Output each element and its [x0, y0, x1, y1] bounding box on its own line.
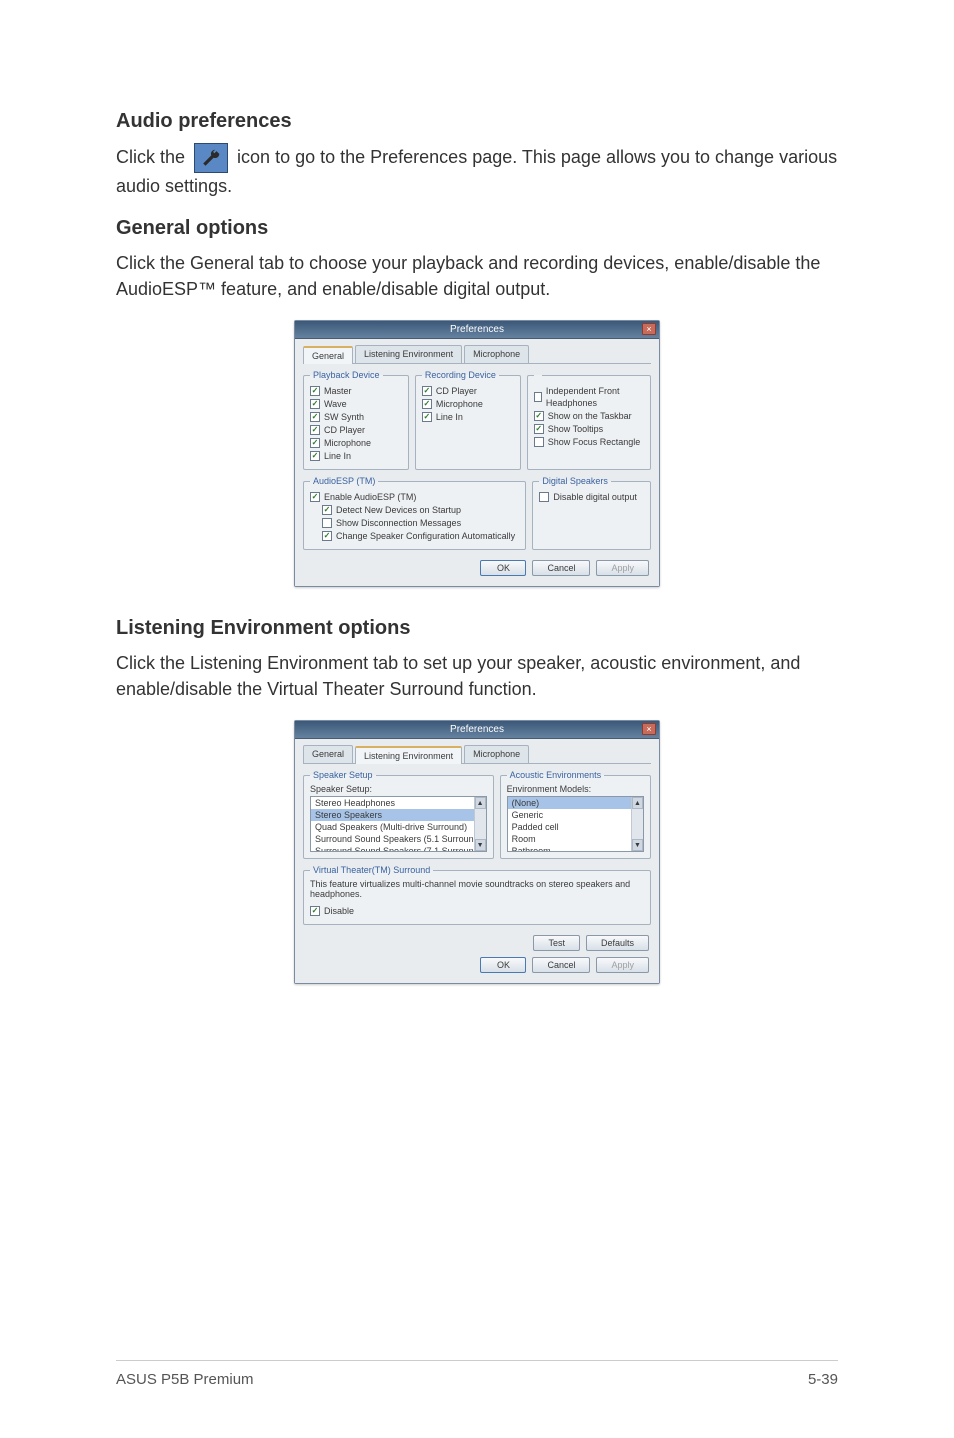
misc-taskbar[interactable]: Show on the Taskbar — [534, 410, 644, 422]
chevron-up-icon[interactable]: ▲ — [475, 797, 486, 809]
cancel-button[interactable]: Cancel — [532, 560, 590, 576]
defaults-button[interactable]: Defaults — [586, 935, 649, 951]
vts-legend: Virtual Theater(TM) Surround — [310, 865, 433, 875]
footer-right: 5-39 — [808, 1371, 838, 1388]
dialog-title: Preferences × — [295, 721, 659, 739]
tab-microphone[interactable]: Microphone — [464, 745, 529, 763]
footer-left: ASUS P5B Premium — [116, 1371, 254, 1388]
list-item[interactable]: Room — [508, 833, 643, 845]
body-text-a: Click the — [116, 147, 190, 167]
preferences-dialog-general: Preferences × General Listening Environm… — [294, 320, 660, 587]
tab-general[interactable]: General — [303, 346, 353, 364]
listening-environment-heading: Listening Environment options — [116, 617, 838, 640]
tab-general[interactable]: General — [303, 745, 353, 763]
digital-legend: Digital Speakers — [539, 476, 611, 486]
tabs-row: General Listening Environment Microphone — [303, 745, 651, 764]
acoustic-legend: Acoustic Environments — [507, 770, 605, 780]
chevron-down-icon[interactable]: ▼ — [475, 839, 486, 851]
ok-button[interactable]: OK — [480, 957, 526, 973]
acoustic-label: Environment Models: — [507, 784, 644, 794]
audioesp-autoconfig[interactable]: Change Speaker Configuration Automatical… — [310, 530, 519, 542]
misc-legend — [534, 370, 543, 380]
general-options-body: Click the General tab to choose your pla… — [116, 250, 838, 302]
digital-disable[interactable]: Disable digital output — [539, 491, 644, 503]
speaker-label: Speaker Setup: — [310, 784, 487, 794]
preferences-wrench-icon — [194, 143, 228, 173]
vts-description: This feature virtualizes multi-channel m… — [310, 879, 644, 899]
list-item[interactable]: (None) — [508, 797, 643, 809]
tab-listening[interactable]: Listening Environment — [355, 746, 462, 764]
close-icon[interactable]: × — [642, 723, 656, 735]
close-icon[interactable]: × — [642, 323, 656, 335]
tab-listening[interactable]: Listening Environment — [355, 345, 462, 363]
general-options-heading: General options — [116, 217, 838, 240]
preferences-dialog-listening: Preferences × General Listening Environm… — [294, 720, 660, 984]
audioesp-legend: AudioESP (TM) — [310, 476, 378, 486]
recording-linein[interactable]: Line In — [422, 411, 514, 423]
vts-disable[interactable]: Disable — [310, 905, 644, 917]
recording-cdplayer[interactable]: CD Player — [422, 385, 514, 397]
apply-button[interactable]: Apply — [596, 560, 649, 576]
list-item[interactable]: Padded cell — [508, 821, 643, 833]
dialog-title-text: Preferences — [450, 724, 504, 735]
playback-microphone[interactable]: Microphone — [310, 437, 402, 449]
list-item[interactable]: Quad Speakers (Multi-drive Surround) — [311, 821, 486, 833]
misc-tooltips[interactable]: Show Tooltips — [534, 423, 644, 435]
scrollbar[interactable]: ▲ ▼ — [631, 797, 643, 851]
playback-master[interactable]: Master — [310, 385, 402, 397]
list-item[interactable]: Stereo Speakers — [311, 809, 486, 821]
dialog-title-text: Preferences — [450, 324, 504, 335]
apply-button[interactable]: Apply — [596, 957, 649, 973]
list-item[interactable]: Surround Sound Speakers (5.1 Surround) — [311, 833, 486, 845]
audioesp-enable[interactable]: Enable AudioESP (TM) — [310, 491, 519, 503]
page-footer: ASUS P5B Premium 5-39 — [116, 1360, 838, 1388]
misc-independent-headphones[interactable]: Independent Front Headphones — [534, 385, 644, 409]
playback-cdplayer[interactable]: CD Player — [310, 424, 402, 436]
list-item[interactable]: Stereo Headphones — [311, 797, 486, 809]
audioesp-disconnection[interactable]: Show Disconnection Messages — [310, 517, 519, 529]
cancel-button[interactable]: Cancel — [532, 957, 590, 973]
tab-microphone[interactable]: Microphone — [464, 345, 529, 363]
speaker-legend: Speaker Setup — [310, 770, 376, 780]
ok-button[interactable]: OK — [480, 560, 526, 576]
audio-preferences-body: Click the icon to go to the Preferences … — [116, 143, 838, 199]
list-item[interactable]: Bathroom — [508, 845, 643, 852]
list-item[interactable]: Surround Sound Speakers (7.1 Surround) — [311, 845, 486, 852]
misc-focus-rect[interactable]: Show Focus Rectangle — [534, 436, 644, 448]
audioesp-detect[interactable]: Detect New Devices on Startup — [310, 504, 519, 516]
list-item[interactable]: Generic — [508, 809, 643, 821]
playback-legend: Playback Device — [310, 370, 383, 380]
listening-environment-body: Click the Listening Environment tab to s… — [116, 650, 838, 702]
dialog-title: Preferences × — [295, 321, 659, 339]
recording-legend: Recording Device — [422, 370, 499, 380]
tabs-row: General Listening Environment Microphone — [303, 345, 651, 364]
chevron-up-icon[interactable]: ▲ — [632, 797, 643, 809]
speaker-listbox[interactable]: Stereo Headphones Stereo Speakers Quad S… — [310, 796, 487, 852]
chevron-down-icon[interactable]: ▼ — [632, 839, 643, 851]
recording-microphone[interactable]: Microphone — [422, 398, 514, 410]
playback-wave[interactable]: Wave — [310, 398, 402, 410]
playback-linein[interactable]: Line In — [310, 450, 402, 462]
test-button[interactable]: Test — [533, 935, 580, 951]
acoustic-listbox[interactable]: (None) Generic Padded cell Room Bathroom… — [507, 796, 644, 852]
scrollbar[interactable]: ▲ ▼ — [474, 797, 486, 851]
audio-preferences-heading: Audio preferences — [116, 110, 838, 133]
playback-swsynth[interactable]: SW Synth — [310, 411, 402, 423]
